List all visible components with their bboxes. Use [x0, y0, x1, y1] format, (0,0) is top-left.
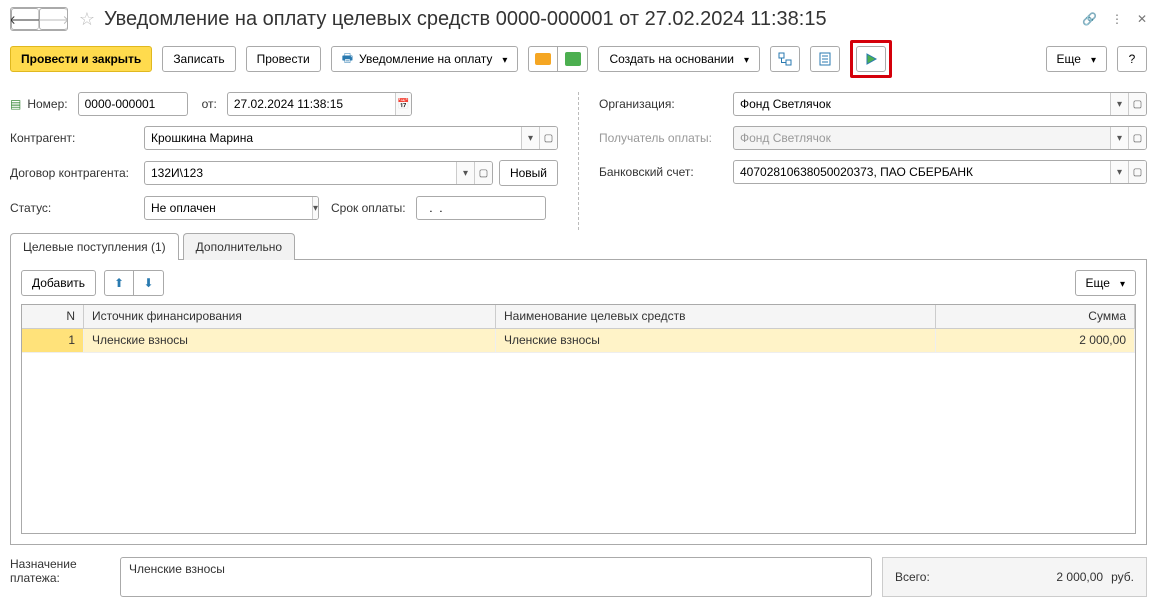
chevron-down-icon: [498, 52, 507, 66]
purpose-label: Назначение платежа:: [10, 557, 110, 585]
number-label: Номер:: [27, 97, 67, 111]
status-field[interactable]: ▾: [144, 196, 319, 220]
chevron-down-icon: [740, 52, 749, 66]
cell-n: 1: [22, 329, 84, 353]
contract-field[interactable]: ▾ ▢: [144, 161, 493, 185]
org-label: Организация:: [599, 97, 727, 111]
move-up-button[interactable]: ⬆: [104, 270, 134, 296]
chevron-down-icon[interactable]: ▾: [312, 197, 318, 219]
chat-icon: [565, 52, 581, 66]
due-date-field[interactable]: 📅 ×: [416, 196, 546, 220]
play-icon: [864, 52, 878, 66]
nav-history[interactable]: 🡐 🡒: [10, 7, 68, 31]
post-button[interactable]: Провести: [246, 46, 321, 72]
bank-label: Банковский счет:: [599, 165, 727, 179]
chevron-down-icon[interactable]: ▾: [1110, 93, 1128, 115]
grid-more-label: Еще: [1086, 276, 1110, 290]
forward-button: 🡒: [39, 8, 67, 30]
items-grid[interactable]: N Источник финансирования Наименование ц…: [21, 304, 1136, 534]
chevron-down-icon[interactable]: ▾: [456, 162, 474, 184]
open-icon[interactable]: ▢: [1128, 127, 1146, 149]
kebab-icon[interactable]: ⋮: [1111, 12, 1123, 26]
grid-more-button[interactable]: Еще: [1075, 270, 1136, 296]
from-label: от:: [202, 97, 217, 111]
print-notice-button[interactable]: 🖶 Уведомление на оплату: [331, 46, 519, 72]
page-title: Уведомление на оплату целевых средств 00…: [104, 8, 1082, 31]
hierarchy-icon: [778, 52, 792, 66]
chevron-down-icon: ▾: [1110, 127, 1128, 149]
status-label: Статус:: [10, 201, 138, 215]
help-button[interactable]: ?: [1117, 46, 1147, 72]
create-based-label: Создать на основании: [609, 52, 734, 66]
org-field[interactable]: ▾ ▢: [733, 92, 1147, 116]
mail-icon: [535, 53, 551, 65]
chevron-down-icon[interactable]: ▾: [1110, 161, 1128, 183]
payee-label: Получатель оплаты:: [599, 131, 727, 145]
print-icon: 🖶: [342, 49, 353, 70]
add-row-button[interactable]: Добавить: [21, 270, 96, 296]
move-down-button[interactable]: ⬇: [134, 270, 164, 296]
number-field[interactable]: [78, 92, 188, 116]
total-value: 2 000,00: [938, 570, 1103, 584]
grid-header: N Источник финансирования Наименование ц…: [22, 305, 1135, 329]
save-button[interactable]: Записать: [162, 46, 235, 72]
col-name: Наименование целевых средств: [496, 305, 936, 328]
chevron-down-icon[interactable]: ▾: [521, 127, 539, 149]
create-based-on-button[interactable]: Создать на основании: [598, 46, 760, 72]
payee-field: ▾ ▢: [733, 126, 1147, 150]
table-row[interactable]: 1 Членские взносы Членские взносы 2 000,…: [22, 329, 1135, 353]
bank-field[interactable]: ▾ ▢: [733, 160, 1147, 184]
highlighted-action: [850, 40, 892, 78]
calendar-icon[interactable]: 📅: [395, 93, 411, 115]
back-button[interactable]: 🡐: [11, 8, 39, 30]
tab-additional[interactable]: Дополнительно: [183, 233, 295, 260]
total-currency: руб.: [1111, 570, 1134, 584]
cell-sum: 2 000,00: [936, 329, 1135, 353]
tab-target-incomes[interactable]: Целевые поступления (1): [10, 233, 179, 260]
send-chat-button[interactable]: [558, 46, 588, 72]
report-button[interactable]: [810, 46, 840, 72]
col-sum: Сумма: [936, 305, 1135, 328]
more-label: Еще: [1057, 52, 1081, 66]
open-icon[interactable]: ▢: [539, 127, 557, 149]
link-icon[interactable]: 🔗: [1082, 12, 1097, 26]
post-and-close-button[interactable]: Провести и закрыть: [10, 46, 152, 72]
total-label: Всего:: [895, 570, 930, 584]
chevron-down-icon: [1116, 276, 1125, 290]
contract-label: Договор контрагента:: [10, 166, 138, 180]
open-icon[interactable]: ▢: [1128, 93, 1146, 115]
print-notice-label: Уведомление на оплату: [359, 52, 492, 66]
date-field[interactable]: 📅: [227, 92, 412, 116]
document-icon: [818, 52, 832, 66]
favorite-star-icon[interactable]: ☆: [76, 9, 98, 30]
open-icon[interactable]: ▢: [1128, 161, 1146, 183]
open-icon[interactable]: ▢: [474, 162, 492, 184]
cell-name: Членские взносы: [496, 329, 936, 353]
new-contract-button[interactable]: Новый: [499, 160, 558, 186]
counterparty-label: Контрагент:: [10, 131, 138, 145]
chevron-down-icon: [1087, 52, 1096, 66]
close-icon[interactable]: ✕: [1137, 12, 1147, 26]
purpose-field[interactable]: Членские взносы: [120, 557, 872, 597]
total-box: Всего: 2 000,00 руб.: [882, 557, 1147, 597]
send-email-button[interactable]: [528, 46, 558, 72]
col-n: N: [22, 305, 84, 328]
due-label: Срок оплаты:: [331, 201, 406, 215]
counterparty-field[interactable]: ▾ ▢: [144, 126, 558, 150]
dt-kt-button[interactable]: [856, 46, 886, 72]
structure-button[interactable]: [770, 46, 800, 72]
pass-icon: ▤: [10, 97, 21, 111]
more-button[interactable]: Еще: [1046, 46, 1107, 72]
col-source: Источник финансирования: [84, 305, 496, 328]
cell-source: Членские взносы: [84, 329, 496, 353]
